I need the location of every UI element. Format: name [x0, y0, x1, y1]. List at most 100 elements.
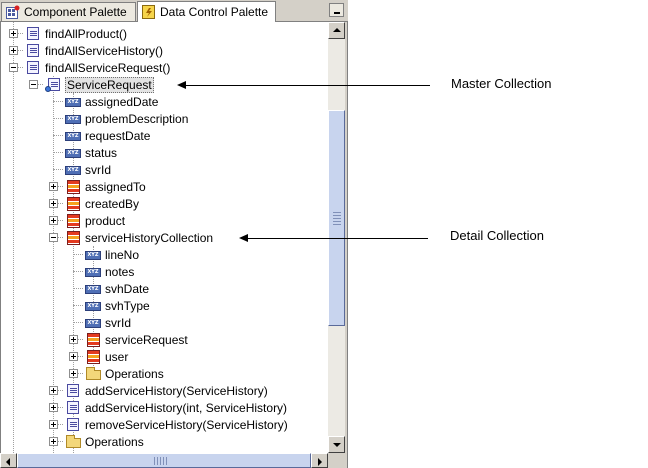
tree-guide-line: [13, 22, 14, 453]
tree-node[interactable]: product: [65, 212, 125, 229]
arrow-up-icon: [333, 28, 341, 32]
attribute-icon: XYZ: [65, 145, 81, 161]
tree-connector-line: [73, 254, 83, 255]
tree-connector-line: [73, 305, 83, 306]
attribute-icon: XYZ: [85, 247, 101, 263]
attribute-icon: XYZ: [85, 298, 101, 314]
expand-icon[interactable]: [9, 29, 18, 38]
tree-node-label: removeServiceHistory(ServiceHistory): [85, 417, 288, 432]
tab-data-control-palette[interactable]: Data Control Palette: [137, 1, 276, 22]
method-icon: [65, 383, 81, 399]
tree-node-label: findAllServiceHistory(): [45, 43, 164, 58]
vertical-scroll-thumb[interactable]: [328, 110, 345, 326]
tree-node[interactable]: XYZ lineNo: [85, 246, 139, 263]
tree-node[interactable]: addServiceHistory(int, ServiceHistory): [65, 399, 287, 416]
tree-node[interactable]: findAllServiceRequest(): [25, 59, 170, 76]
accessor-collection-icon: [65, 230, 81, 246]
tree-node[interactable]: findAllProduct(): [25, 25, 127, 42]
scroll-right-button[interactable]: [311, 453, 328, 468]
attribute-icon: XYZ: [65, 111, 81, 127]
method-icon: [65, 417, 81, 433]
tree-node-label: ServiceRequest: [65, 76, 154, 93]
tree-node[interactable]: ServiceRequest: [45, 76, 154, 93]
tree-node-label: user: [105, 349, 129, 364]
attribute-icon: XYZ: [65, 162, 81, 178]
expand-icon[interactable]: [69, 335, 78, 344]
tree-node[interactable]: addServiceHistory(ServiceHistory): [65, 382, 268, 399]
tree-connector-line: [73, 322, 83, 323]
tree-node-label: svrId: [105, 315, 132, 330]
tree-node[interactable]: user: [85, 348, 128, 365]
tree-connector-line: [73, 271, 83, 272]
tree-node[interactable]: XYZ status: [65, 144, 117, 161]
scroll-down-button[interactable]: [328, 436, 345, 453]
accessor-collection-icon: [65, 213, 81, 229]
attribute-icon: XYZ: [85, 315, 101, 331]
horizontal-scrollbar[interactable]: [0, 453, 328, 468]
tree-node[interactable]: assignedTo: [65, 178, 146, 195]
tree-node-label: Operations: [85, 434, 144, 449]
arrow-down-icon: [333, 443, 341, 447]
expand-icon[interactable]: [49, 403, 58, 412]
tab-label: Component Palette: [24, 5, 127, 19]
arrow-left-icon: [6, 458, 10, 466]
data-control-palette-icon: [142, 5, 156, 19]
tree-node-label: status: [85, 145, 118, 160]
tree-node-label: assignedTo: [85, 179, 146, 194]
tree-node[interactable]: XYZ problemDescription: [65, 110, 188, 127]
master-collection-label: Master Collection: [451, 76, 552, 91]
accessor-collection-icon: [85, 332, 101, 348]
expand-icon[interactable]: [49, 182, 58, 191]
tree-node[interactable]: createdBy: [65, 195, 139, 212]
expand-icon[interactable]: [69, 369, 78, 378]
tree-node[interactable]: XYZ svrId: [85, 314, 131, 331]
collapse-icon[interactable]: [9, 63, 18, 72]
minimize-button[interactable]: [329, 3, 344, 17]
horizontal-scroll-thumb[interactable]: [17, 453, 311, 468]
accessor-collection-icon: [65, 179, 81, 195]
tree-node[interactable]: XYZ svhDate: [85, 280, 149, 297]
expand-icon[interactable]: [49, 420, 58, 429]
tree-node-label: createdBy: [85, 196, 140, 211]
tab-component-palette[interactable]: Component Palette: [1, 2, 136, 21]
tree-node[interactable]: XYZ assignedDate: [65, 93, 158, 110]
tree-node-label: requestDate: [85, 128, 151, 143]
tree-node[interactable]: removeServiceHistory(ServiceHistory): [65, 416, 288, 433]
expand-icon[interactable]: [69, 352, 78, 361]
grip-icon: [333, 211, 341, 225]
scroll-up-button[interactable]: [328, 22, 345, 39]
tree-node[interactable]: XYZ requestDate: [65, 127, 150, 144]
tree-node[interactable]: Operations: [65, 433, 144, 450]
expand-icon[interactable]: [49, 199, 58, 208]
expand-icon[interactable]: [49, 386, 58, 395]
expand-icon[interactable]: [49, 437, 58, 446]
method-icon: [25, 43, 41, 59]
component-palette-icon: [6, 5, 20, 19]
tree-node[interactable]: serviceHistoryCollection: [65, 229, 213, 246]
tree-connector-line: [53, 101, 63, 102]
scrollbar-corner: [328, 453, 345, 468]
expand-icon[interactable]: [49, 216, 58, 225]
tree-guide-line: [53, 76, 54, 453]
attribute-icon: XYZ: [65, 94, 81, 110]
tree-node[interactable]: Operations: [85, 365, 164, 382]
tree-node-label: findAllServiceRequest(): [45, 60, 171, 75]
tree-node[interactable]: XYZ svhType: [85, 297, 150, 314]
scroll-left-button[interactable]: [0, 453, 17, 468]
collapse-icon[interactable]: [49, 233, 58, 242]
attribute-icon: XYZ: [65, 128, 81, 144]
collapse-icon[interactable]: [29, 80, 38, 89]
tree-node[interactable]: XYZ notes: [85, 263, 134, 280]
tab-label: Data Control Palette: [160, 5, 269, 19]
detail-collection-label: Detail Collection: [450, 228, 544, 243]
expand-icon[interactable]: [9, 46, 18, 55]
method-icon: [25, 60, 41, 76]
tree-node[interactable]: findAllServiceHistory(): [25, 42, 163, 59]
tree-node[interactable]: XYZ svrId: [65, 161, 111, 178]
tree-node-label: Operations: [105, 366, 164, 381]
tree-node-label: addServiceHistory(int, ServiceHistory): [85, 400, 288, 415]
method-icon: [65, 400, 81, 416]
detail-arrow-line: [247, 238, 428, 239]
tree-node[interactable]: serviceRequest: [85, 331, 188, 348]
tree-node-label: problemDescription: [85, 111, 189, 126]
